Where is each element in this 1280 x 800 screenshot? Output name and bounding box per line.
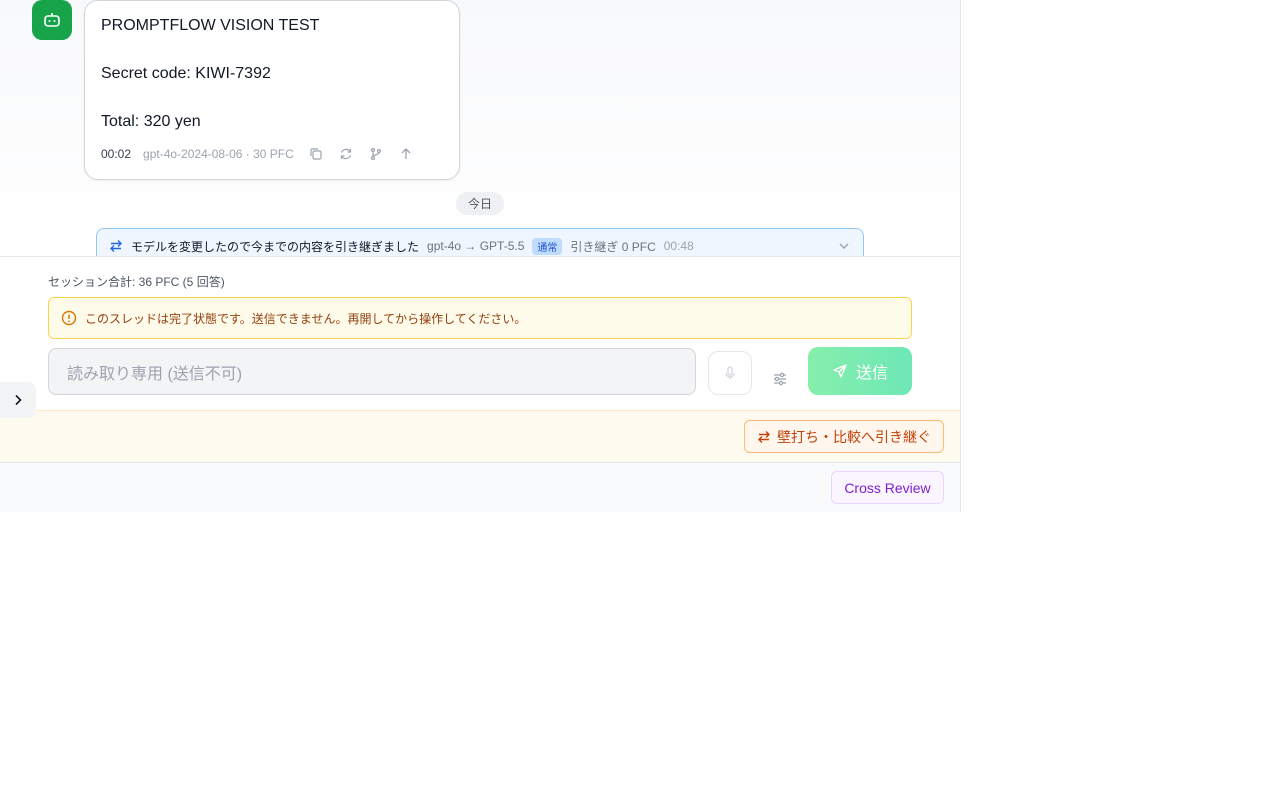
warning-text: このスレッドは完了状態です。送信できません。再開してから操作してください。 <box>85 311 527 326</box>
settings-button[interactable] <box>772 371 788 387</box>
message-line: Total: 320 yen <box>101 113 201 130</box>
wall-bar: 壁打ち・比較へ引き継ぐ <box>0 410 960 462</box>
message-meta: 00:02 gpt-4o-2024-08-06 · 30 PFC <box>101 145 414 163</box>
handoff-carry: 引き継ぎ 0 PFC <box>570 239 656 254</box>
session-total: セッション合計: 36 PFC (5 回答) <box>48 275 225 289</box>
message-input[interactable]: 読み取り専用 (送信不可) <box>48 348 696 395</box>
message-time: 00:02 <box>101 147 132 161</box>
handoff-models: gpt-4o → GPT-5.5 <box>427 239 525 253</box>
warning-icon <box>61 310 77 326</box>
wall-label: 壁打ち・比較へ引き継ぐ <box>777 428 931 445</box>
robot-icon <box>44 13 60 27</box>
swap-icon <box>110 240 122 252</box>
chevron-right-icon <box>15 394 22 406</box>
message-model-info: gpt-4o-2024-08-06 · 30 PFC <box>143 147 294 161</box>
regenerate-icon[interactable] <box>338 146 354 162</box>
handoff-badge: 通常 <box>532 237 563 255</box>
branch-icon[interactable] <box>368 146 384 162</box>
send-icon <box>833 364 847 378</box>
swap-icon <box>758 430 770 443</box>
chat-app: PROMPTFLOW VISION TEST Secret code: KIWI… <box>0 0 961 512</box>
date-divider: 今日 <box>456 192 504 215</box>
handoff-text: モデルを変更したので今までの内容を引き継ぎました <box>131 239 420 254</box>
scroll-up-icon[interactable] <box>398 146 414 162</box>
cross-review-bar: Cross Review <box>0 462 960 512</box>
readonly-warning: このスレッドは完了状態です。送信できません。再開してから操作してください。 <box>48 297 912 339</box>
cross-review-button[interactable]: Cross Review <box>831 471 944 504</box>
bot-avatar <box>32 0 72 40</box>
assistant-message: PROMPTFLOW VISION TEST Secret code: KIWI… <box>84 0 460 180</box>
handoff-time: 00:48 <box>663 239 694 253</box>
mic-button[interactable] <box>708 351 752 395</box>
sidebar-toggle[interactable] <box>0 382 36 418</box>
send-button[interactable]: 送信 <box>808 347 912 395</box>
chat-history: PROMPTFLOW VISION TEST Secret code: KIWI… <box>0 0 960 256</box>
copy-icon[interactable] <box>308 146 324 162</box>
message-line: PROMPTFLOW VISION TEST <box>101 17 320 34</box>
sliders-icon <box>774 372 786 386</box>
wall-handoff-button[interactable]: 壁打ち・比較へ引き継ぐ <box>744 420 944 453</box>
handoff-notice[interactable]: モデルを変更したので今までの内容を引き継ぎました gpt-4o → GPT-5.… <box>96 228 864 256</box>
composer: セッション合計: 36 PFC (5 回答) このスレッドは完了状態です。送信で… <box>0 256 960 411</box>
chevron-down-icon[interactable] <box>837 239 851 253</box>
send-label: 送信 <box>855 365 888 382</box>
mic-icon <box>725 366 735 379</box>
message-line: Secret code: KIWI-7392 <box>101 65 271 82</box>
